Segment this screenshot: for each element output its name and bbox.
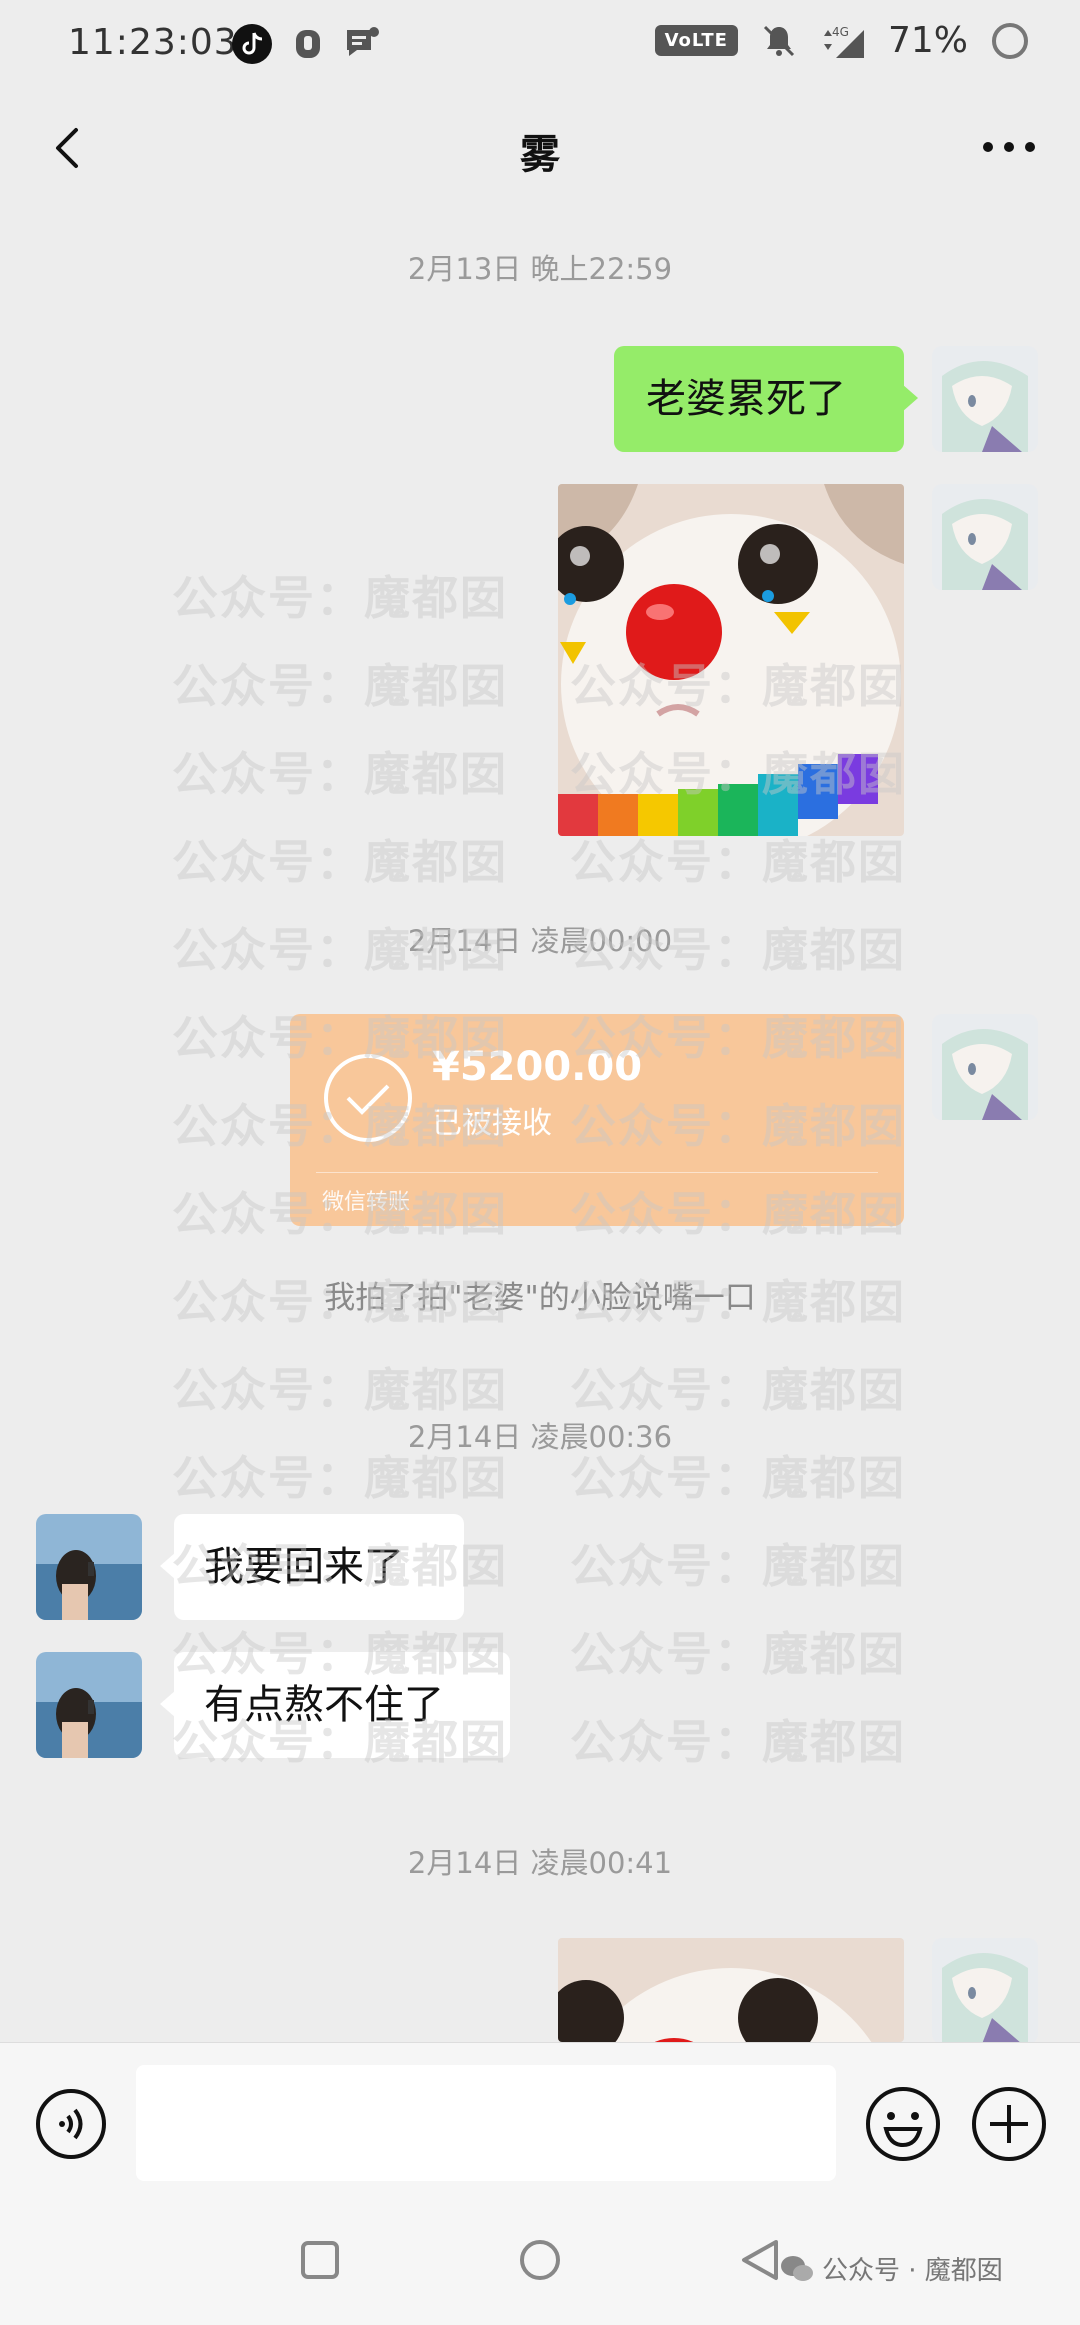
timestamp: 2月13日 晚上22:59 <box>407 252 673 286</box>
timestamp: 2月14日 凌晨00:36 <box>407 1420 673 1454</box>
chat-header: 雾 <box>0 92 1080 212</box>
transfer-card[interactable]: ¥5200.00 已被接收 微信转账 <box>290 1014 904 1226</box>
watermark: 公众号：魔都囡 <box>172 1363 508 1417</box>
battery-percent: 71% <box>887 20 968 61</box>
emoji-icon[interactable] <box>864 2085 942 2163</box>
watermark: 公众号：魔都囡 <box>570 1363 906 1417</box>
recents-square-icon[interactable] <box>300 2240 340 2280</box>
transfer-footer: 微信转账 <box>322 1190 411 1215</box>
watermark-footer: 公众号 · 魔都囡 <box>780 2250 1003 2287</box>
message-input[interactable] <box>136 2065 836 2181</box>
message-bubble-received[interactable]: 我要回来了 <box>160 1514 464 1620</box>
more-dots-icon[interactable] <box>974 122 1044 172</box>
transfer-status: 已被接收 <box>432 1106 552 1141</box>
watermark: 公众号：魔都囡 <box>570 1627 906 1681</box>
system-nav-bar: 公众号 · 魔都囡 <box>0 2222 1080 2325</box>
tiktok-icon <box>232 24 272 64</box>
my-avatar[interactable] <box>932 484 1038 590</box>
cat-clown-sticker[interactable] <box>558 1938 904 2042</box>
watermark-footer-text: 公众号 · 魔都囡 <box>822 2256 1003 2286</box>
watermark: 公众号：魔都囡 <box>172 659 508 713</box>
my-avatar[interactable] <box>932 346 1038 452</box>
chat-title: 雾 <box>520 132 560 178</box>
watermark: 公众号：魔都囡 <box>172 571 508 625</box>
wechat-logo-icon <box>781 2255 813 2281</box>
voice-icon[interactable] <box>34 2087 108 2161</box>
status-time: 11:23:03 <box>68 22 238 63</box>
watermark: 公众号：魔都囡 <box>172 747 508 801</box>
home-circle-icon[interactable] <box>518 2238 562 2282</box>
message-bubble-sent[interactable]: 老婆累死了 <box>614 346 918 452</box>
contact-avatar[interactable] <box>36 1514 142 1620</box>
contact-avatar[interactable] <box>36 1652 142 1758</box>
pat-system-message: 我拍了拍"老婆"的小脸说嘴一口 <box>324 1280 756 1316</box>
plus-icon[interactable] <box>970 2085 1048 2163</box>
watermark: 公众号：魔都囡 <box>570 1715 906 1769</box>
transfer-amount: ¥5200.00 <box>432 1044 643 1090</box>
transfer-divider <box>316 1172 878 1173</box>
chat-input-bar <box>0 2042 1080 2223</box>
check-circle-icon <box>324 1054 412 1142</box>
signal-4g-icon: 4G <box>823 25 864 58</box>
cat-clown-sticker[interactable] <box>558 484 904 836</box>
watermark: 公众号：魔都囡 <box>172 835 508 889</box>
volte-badge: VoLTE <box>654 25 738 56</box>
timestamp: 2月14日 凌晨00:00 <box>407 924 673 958</box>
battery-ring-icon <box>992 22 1028 59</box>
message-bubble-received[interactable]: 有点熬不住了 <box>160 1652 510 1758</box>
mute-bell-icon <box>763 25 795 56</box>
back-triangle-icon[interactable] <box>738 2236 782 2284</box>
my-avatar[interactable] <box>932 1014 1038 1120</box>
shield-notification-icon <box>296 30 320 58</box>
timestamp: 2月14日 凌晨00:41 <box>407 1846 673 1880</box>
network-label: 4G <box>832 25 849 39</box>
message-notification-icon <box>347 27 379 56</box>
status-bar: 11:23:03 VoLTE 4G 71% <box>0 0 1080 92</box>
watermark: 公众号：魔都囡 <box>570 1539 906 1593</box>
my-avatar[interactable] <box>932 1938 1038 2044</box>
